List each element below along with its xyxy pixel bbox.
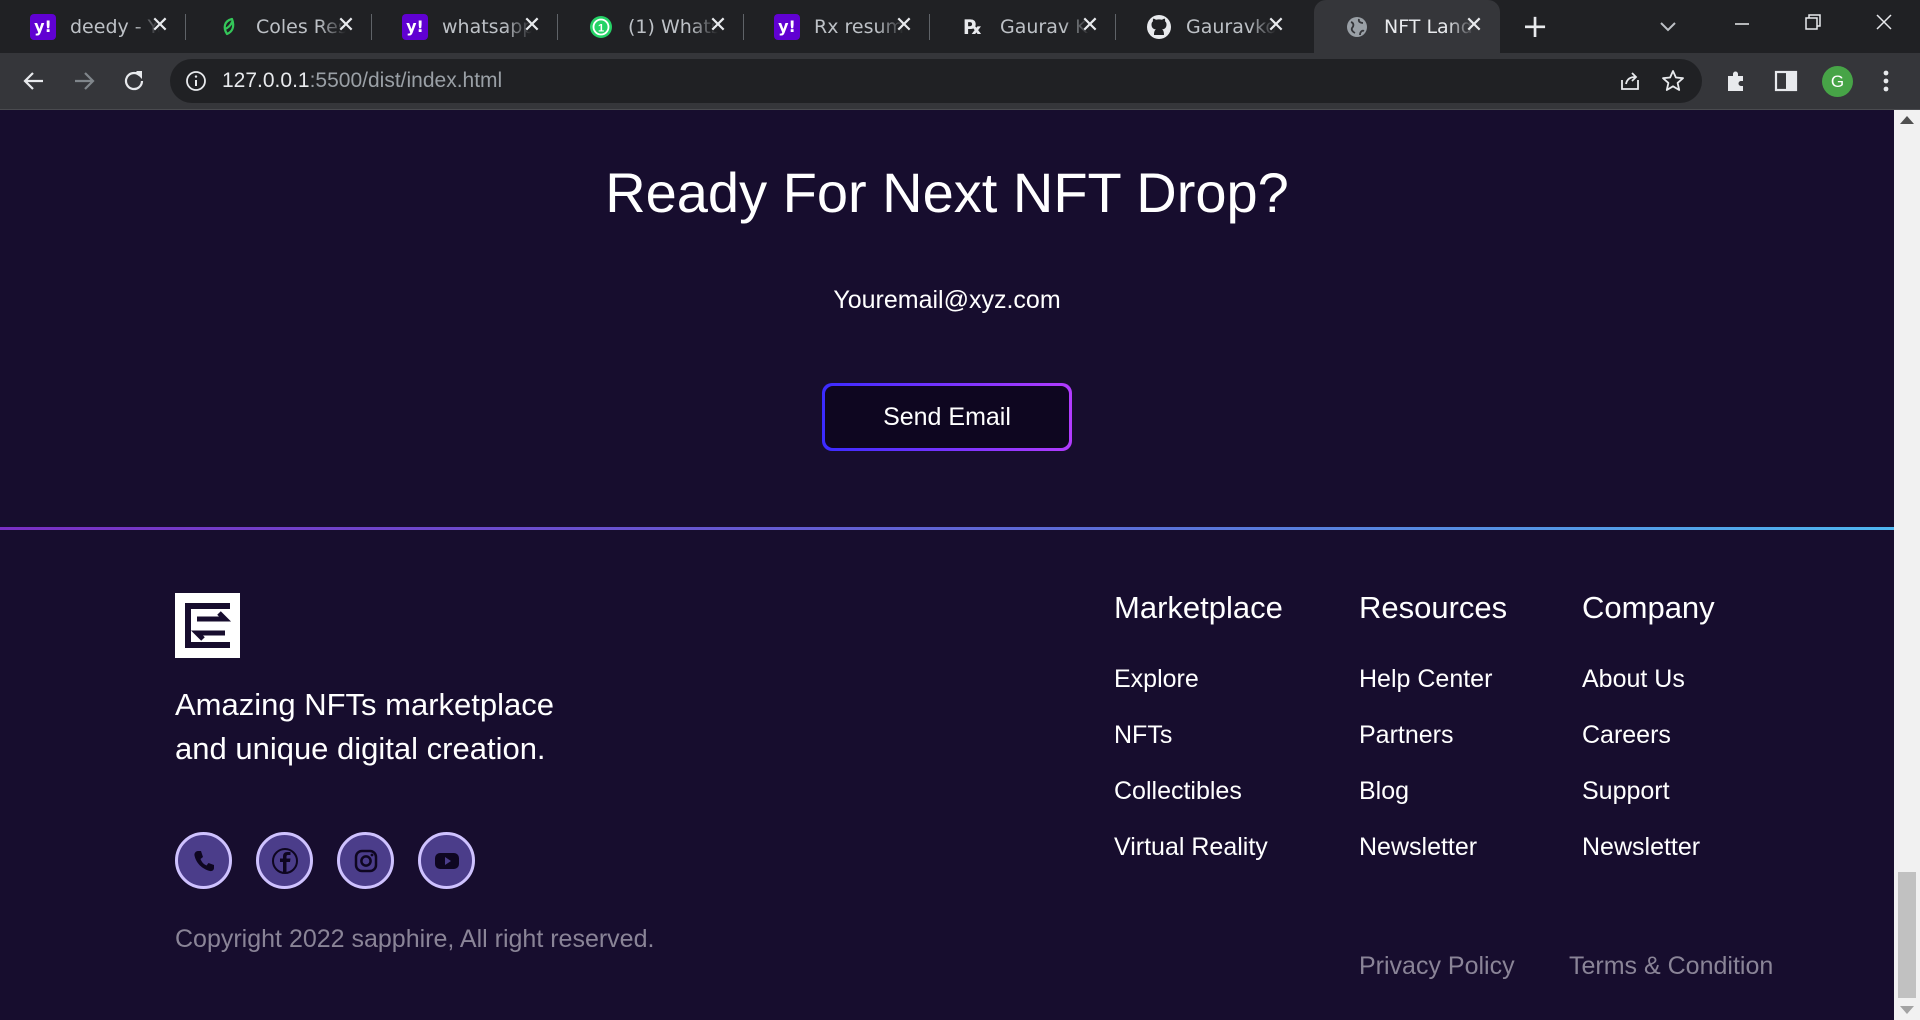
url-host: 127.0.0.1 — [222, 69, 310, 92]
share-icon[interactable] — [1618, 69, 1642, 93]
footer-column-company: Company About Us Careers Support Newslet… — [1582, 590, 1715, 888]
page-scrollbar[interactable] — [1894, 110, 1920, 1020]
footer-divider — [0, 527, 1894, 530]
tab-search-chevron-icon[interactable] — [1654, 12, 1682, 40]
tab-title: deedy - Yahoo Search — [70, 15, 160, 38]
send-email-label: Send Email — [825, 386, 1069, 448]
tab-0[interactable]: y! deedy - Yahoo Search ✕ — [0, 0, 186, 53]
close-icon[interactable]: ✕ — [892, 14, 916, 38]
tab-5[interactable]: ℞ Gaurav Kumar ✕ — [930, 0, 1116, 53]
tab-title: Gaurav Kumar — [1000, 15, 1090, 38]
side-panel-icon[interactable] — [1772, 67, 1800, 95]
close-icon[interactable]: ✕ — [334, 14, 358, 38]
brand-logo-icon[interactable] — [175, 593, 240, 658]
footer-link-nfts[interactable]: NFTs — [1114, 720, 1283, 776]
browser-toolbar: 127.0.0.1:5500/dist/index.html G — [0, 53, 1920, 110]
rx-icon: ℞ — [964, 14, 982, 39]
cta-title: Ready For Next NFT Drop? — [605, 161, 1289, 224]
close-icon[interactable]: ✕ — [148, 14, 172, 38]
facebook-icon[interactable] — [256, 832, 313, 889]
scroll-down-arrow-icon[interactable] — [1900, 1006, 1914, 1014]
column-heading: Company — [1582, 590, 1715, 625]
column-heading: Resources — [1359, 590, 1508, 625]
tab-title: Coles Resume — [256, 15, 346, 38]
tagline-line-2: and unique digital creation. — [175, 731, 546, 766]
copyright-text: Copyright 2022 sapphire, All right reser… — [175, 925, 655, 953]
footer-tagline: Amazing NFTs marketplace and unique digi… — [175, 683, 615, 771]
bookmark-star-icon[interactable] — [1660, 68, 1686, 94]
instagram-icon[interactable] — [337, 832, 394, 889]
reload-button[interactable] — [116, 63, 152, 99]
close-icon[interactable]: ✕ — [706, 14, 730, 38]
yahoo-icon: y! — [402, 13, 428, 40]
footer-link-partners[interactable]: Partners — [1359, 720, 1507, 776]
phone-icon[interactable] — [175, 832, 232, 889]
close-icon[interactable]: ✕ — [520, 14, 544, 38]
leaf-icon — [216, 14, 242, 40]
tab-2[interactable]: y! whatsapp - Yahoo Search ✕ — [372, 0, 558, 53]
send-email-button[interactable]: Send Email — [822, 383, 1072, 451]
tab-strip: y! deedy - Yahoo Search ✕ Coles Resume ✕… — [0, 0, 1920, 53]
column-heading: Marketplace — [1114, 590, 1283, 625]
tab-7-active[interactable]: NFT Landing Page ✕ — [1314, 0, 1500, 53]
url-text[interactable]: 127.0.0.1:5500/dist/index.html — [222, 59, 502, 103]
tab-3[interactable]: 1 (1) WhatsApp ✕ — [558, 0, 744, 53]
footer-link-newsletter-company[interactable]: Newsletter — [1582, 832, 1715, 888]
close-icon[interactable]: ✕ — [1078, 14, 1102, 38]
site-info-icon[interactable] — [184, 69, 208, 93]
footer-link-about-us[interactable]: About Us — [1582, 664, 1715, 720]
close-icon[interactable]: ✕ — [1264, 14, 1288, 38]
youtube-icon[interactable] — [418, 832, 475, 889]
social-links — [175, 832, 475, 890]
footer-column-marketplace: Marketplace Explore NFTs Collectibles Vi… — [1114, 590, 1283, 888]
tab-6[interactable]: Gauravkofficial ✕ — [1116, 0, 1302, 53]
close-window-button[interactable] — [1864, 8, 1904, 44]
yahoo-icon: y! — [774, 13, 800, 40]
tab-1[interactable]: Coles Resume ✕ — [186, 0, 372, 53]
footer-column-resources: Resources Help Center Partners Blog News… — [1359, 590, 1507, 888]
footer-link-explore[interactable]: Explore — [1114, 664, 1283, 720]
footer-link-blog[interactable]: Blog — [1359, 776, 1507, 832]
privacy-policy-link[interactable]: Privacy Policy — [1359, 952, 1515, 981]
footer-link-collectibles[interactable]: Collectibles — [1114, 776, 1283, 832]
footer-link-newsletter[interactable]: Newsletter — [1359, 832, 1507, 888]
minimize-button[interactable] — [1722, 8, 1762, 44]
footer-link-help-center[interactable]: Help Center — [1359, 664, 1507, 720]
yahoo-icon: y! — [30, 13, 56, 40]
new-tab-button[interactable]: + — [1518, 10, 1552, 44]
terms-condition-link[interactable]: Terms & Condition — [1569, 952, 1773, 981]
footer-link-careers[interactable]: Careers — [1582, 720, 1715, 776]
address-bar[interactable]: 127.0.0.1:5500/dist/index.html — [170, 59, 1702, 103]
page-viewport: Ready For Next NFT Drop? Send Email Amaz… — [0, 110, 1894, 1020]
scroll-up-arrow-icon[interactable] — [1900, 116, 1914, 124]
back-button[interactable] — [16, 63, 52, 99]
restore-button[interactable] — [1792, 8, 1832, 44]
more-menu-icon[interactable] — [1876, 66, 1896, 96]
tab-4[interactable]: y! Rx resume - Yahoo Search ✕ — [744, 0, 930, 53]
tab-title: (1) WhatsApp — [628, 15, 718, 38]
footer-link-virtual-reality[interactable]: Virtual Reality — [1114, 832, 1283, 888]
tab-title: Rx resume - Yahoo Search — [814, 15, 904, 38]
globe-icon — [1344, 14, 1370, 40]
scrollbar-thumb[interactable] — [1898, 872, 1916, 998]
email-input[interactable] — [747, 286, 1147, 315]
forward-button[interactable] — [66, 63, 102, 99]
tab-title: Gauravkofficial — [1186, 15, 1276, 38]
whatsapp-icon: 1 — [588, 14, 614, 40]
github-icon — [1146, 14, 1172, 40]
tab-title: whatsapp - Yahoo Search — [442, 15, 532, 38]
close-icon[interactable]: ✕ — [1462, 14, 1486, 38]
footer-link-support[interactable]: Support — [1582, 776, 1715, 832]
tab-title: NFT Landing Page — [1384, 15, 1474, 38]
tagline-line-1: Amazing NFTs marketplace — [175, 687, 555, 722]
url-path: :5500/dist/index.html — [309, 69, 503, 92]
profile-avatar[interactable]: G — [1822, 66, 1853, 97]
svg-text:1: 1 — [598, 22, 604, 34]
extensions-puzzle-icon[interactable] — [1722, 67, 1750, 95]
